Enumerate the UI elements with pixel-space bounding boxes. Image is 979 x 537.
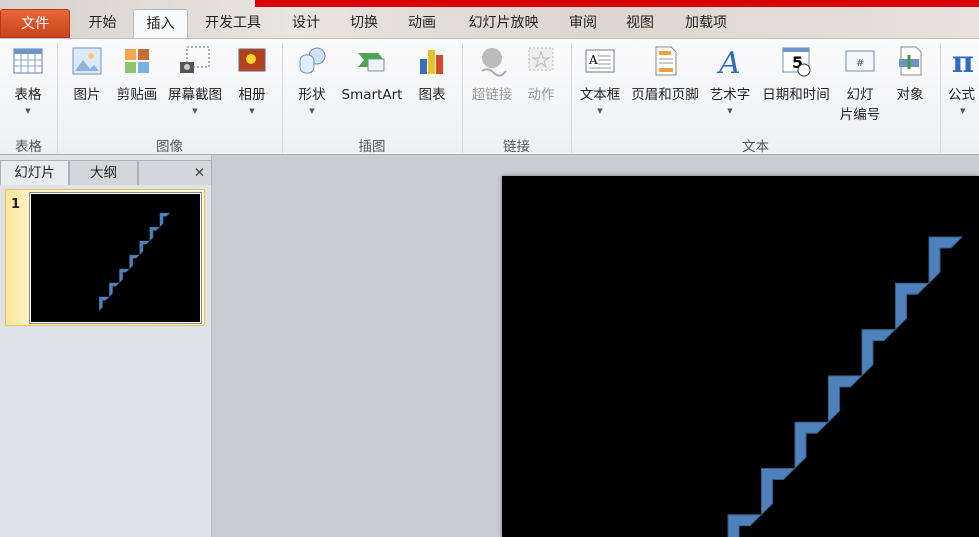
wordart-icon: A (716, 46, 741, 77)
textbox-icon: A (585, 49, 615, 73)
equation-button[interactable]: π 公式 ▼ (948, 45, 979, 117)
half-frame-shape[interactable] (828, 375, 863, 424)
half-frame-shape[interactable] (928, 236, 964, 285)
table-icon (13, 48, 43, 74)
equation-label: 公式 (948, 87, 975, 103)
smartart-icon (358, 53, 385, 72)
object-icon (899, 46, 922, 76)
picture-icon (72, 47, 102, 75)
date-time-button[interactable]: 5 日期和时间 (757, 45, 835, 105)
shapes-label: 形状 (298, 87, 326, 103)
smartart-label: SmartArt (341, 87, 403, 103)
half-frame-shape[interactable] (794, 421, 830, 470)
tab-addins[interactable]: 加载项 (672, 9, 740, 38)
tab-review[interactable]: 审阅 (557, 9, 609, 38)
date-time-label: 日期和时间 (762, 87, 830, 103)
object-button[interactable]: 对象 (888, 45, 932, 105)
tab-view[interactable]: 视图 (614, 9, 666, 38)
hyperlink-globe-icon (481, 48, 507, 77)
picture-label: 图片 (73, 87, 101, 103)
shapes-icon (299, 47, 326, 74)
picture-button[interactable]: 图片 (66, 45, 108, 105)
hyperlink-button[interactable]: 超链接 (467, 45, 517, 105)
shapes-button[interactable]: 形状 ▼ (292, 45, 332, 117)
tab-developer[interactable]: 开发工具 (194, 9, 272, 38)
slide-canvas[interactable] (502, 176, 979, 537)
group-label-links: 链接 (503, 139, 530, 155)
chart-button[interactable]: 图表 (412, 45, 452, 105)
slide-thumbnail[interactable] (29, 192, 202, 324)
svg-text:#: # (856, 58, 864, 69)
clipart-label: 剪贴画 (116, 87, 158, 103)
ribbon: 表格 ▼ 表格 图片 剪贴画 屏幕截图 ▼ 相册 ▼ 图像 形状 ▼ SmartArt … (0, 38, 979, 155)
tab-insert[interactable]: 插入 (133, 9, 188, 39)
slide-number: 1 (11, 197, 21, 212)
title-highlight-bar (255, 0, 979, 7)
textbox-button[interactable]: A 文本框 ▼ (576, 45, 624, 117)
close-icon: ✕ (193, 165, 205, 181)
pi-icon: π (952, 45, 974, 77)
album-button[interactable]: 相册 ▼ (232, 45, 272, 117)
screenshot-icon (180, 46, 210, 73)
group-label-illustrations: 插图 (358, 139, 386, 155)
wordart-button[interactable]: A 艺术字 ▼ (706, 45, 754, 117)
half-frame-shape (139, 240, 150, 256)
header-footer-label: 页眉和页脚 (631, 87, 699, 103)
svg-text:π: π (952, 45, 974, 77)
slide-number-label-1: 幻灯 (846, 87, 874, 103)
tab-slides[interactable]: 幻灯片 (0, 160, 69, 185)
clipart-icon (125, 49, 149, 73)
half-frame-shape[interactable] (727, 514, 763, 537)
chart-icon (420, 50, 443, 74)
close-panel-button[interactable]: ✕ (138, 160, 212, 185)
svg-text:A: A (716, 46, 741, 77)
half-frame-shape[interactable] (861, 329, 897, 377)
tab-transitions[interactable]: 切换 (338, 9, 390, 38)
tab-design[interactable]: 设计 (280, 9, 332, 38)
half-frame-shape (149, 226, 161, 242)
half-frame-shape (99, 296, 110, 312)
half-frame-shape[interactable] (761, 468, 796, 516)
album-label: 相册 (238, 87, 266, 103)
tab-home[interactable]: 开始 (75, 9, 130, 38)
screenshot-button[interactable]: 屏幕截图 ▼ (163, 45, 227, 117)
group-label-images: 图像 (156, 139, 183, 155)
header-footer-button[interactable]: 页眉和页脚 (627, 45, 703, 105)
half-frame-shape (119, 268, 130, 284)
screenshot-label: 屏幕截图 (168, 87, 222, 103)
tab-animations[interactable]: 动画 (396, 9, 448, 38)
slide-number-icon: # (845, 50, 875, 72)
textbox-label: 文本框 (579, 87, 621, 103)
header-footer-icon (655, 46, 677, 76)
clipart-button[interactable]: 剪贴画 (112, 45, 162, 105)
action-label: 动作 (527, 87, 555, 103)
tab-file[interactable]: 文件 (0, 9, 70, 38)
action-star-icon (528, 47, 554, 71)
svg-text:A: A (588, 53, 598, 67)
slide-number-button[interactable]: # 幻灯片编号 (838, 45, 882, 125)
slide-number-label-2: 片编号 (839, 107, 881, 123)
group-label-table: 表格 (15, 139, 42, 155)
calendar-clock-icon: 5 (782, 47, 811, 77)
table-button[interactable]: 表格 ▼ (6, 45, 50, 117)
smartart-button[interactable]: SmartArt (337, 45, 407, 105)
chart-label: 图表 (418, 87, 446, 103)
tab-outline[interactable]: 大纲 (69, 160, 138, 185)
object-label: 对象 (896, 87, 924, 103)
wordart-label: 艺术字 (709, 87, 751, 103)
tab-slideshow[interactable]: 幻灯片放映 (456, 9, 551, 38)
group-label-text: 文本 (742, 139, 769, 155)
table-label: 表格 (14, 87, 42, 103)
hyperlink-label: 超链接 (471, 87, 513, 103)
half-frame-shape (109, 282, 120, 298)
half-frame-shape[interactable] (895, 282, 930, 331)
photo-album-icon (238, 48, 266, 72)
half-frame-shape (129, 254, 140, 270)
action-button[interactable]: 动作 (521, 45, 561, 105)
half-frame-shape (159, 212, 171, 228)
